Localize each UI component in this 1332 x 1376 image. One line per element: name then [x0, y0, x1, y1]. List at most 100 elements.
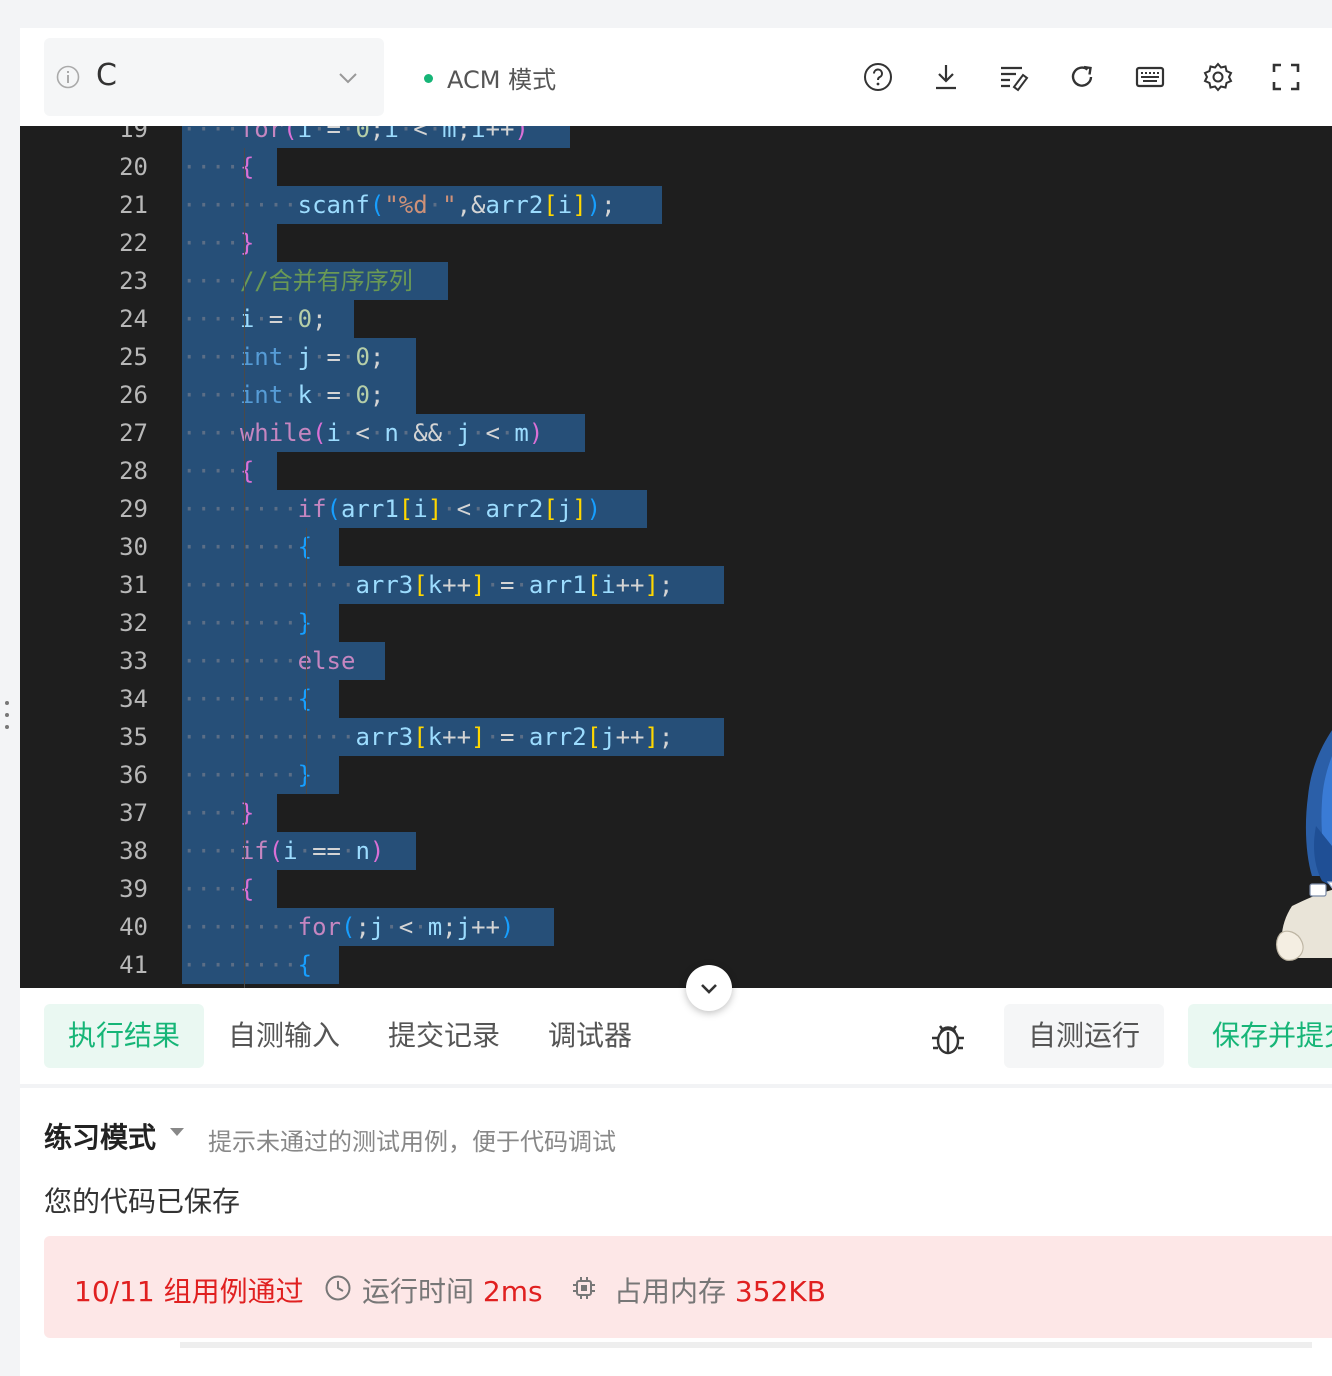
code-text: ····int·j·=·0;	[182, 343, 385, 371]
code-text: ········{	[182, 685, 313, 713]
line-number: 22	[119, 229, 148, 257]
code-text: ········{	[182, 951, 313, 979]
download-icon[interactable]	[930, 61, 962, 93]
run-custom-button[interactable]: 自测运行	[1004, 1004, 1164, 1068]
result-summary: 10/11 组用例通过 运行时间 2ms 占用内存 352KB	[44, 1236, 1332, 1338]
reset-icon[interactable]	[1066, 61, 1098, 93]
editor-toolbar: C ACM 模式	[20, 28, 1332, 126]
code-text: ····int·k·=·0;	[182, 381, 385, 409]
indent-guide	[244, 148, 245, 988]
code-editor[interactable]: 19 ····for(i·=·0;i·<·m;i++) 20 ····{ 21 ·····…	[20, 126, 1332, 988]
code-line[interactable]: 38 ····if(i·==·n)	[20, 832, 1332, 870]
code-line[interactable]: 24 ····i·=·0;	[20, 300, 1332, 338]
line-number: 33	[119, 647, 148, 675]
collapse-editor-button[interactable]	[686, 965, 732, 1011]
code-text: ····for(i·=·0;i·<·m;i++)	[182, 126, 529, 143]
code-line[interactable]: 29 ········if(arr1[i]·<·arr2[j])	[20, 490, 1332, 528]
code-line[interactable]: 21 ········scanf("%d·",&arr2[i]);	[20, 186, 1332, 224]
line-number: 21	[119, 191, 148, 219]
line-number: 32	[119, 609, 148, 637]
acm-mode-indicator: ACM 模式	[424, 60, 556, 95]
line-number: 24	[119, 305, 148, 333]
code-line[interactable]: 23 ····//合并有序序列	[20, 262, 1332, 300]
code-line[interactable]: 35 ············arr3[k++]·=·arr2[j++];	[20, 718, 1332, 756]
keyboard-icon[interactable]	[1134, 61, 1166, 93]
code-text: ············arr3[k++]·=·arr1[i++];	[182, 571, 674, 599]
language-select[interactable]: C	[44, 38, 384, 116]
ide-panel: C ACM 模式 19 ····for(i·=·0;i·<·m;i++) 20 …	[20, 28, 1332, 1376]
code-text: ········for(;j·<·m;j++)	[182, 913, 515, 941]
code-line[interactable]: 39 ····{	[20, 870, 1332, 908]
code-text: ····i·=·0;	[182, 305, 327, 333]
run-time-value: 2ms	[482, 1275, 543, 1308]
practice-mode-dropdown[interactable]: 练习模式	[44, 1116, 156, 1156]
line-number: 40	[119, 913, 148, 941]
line-number: 23	[119, 267, 148, 295]
code-text: ····while(i·<·n·&&·j·<·m)	[182, 419, 544, 447]
line-number: 39	[119, 875, 148, 903]
line-number: 28	[119, 457, 148, 485]
run-time: 运行时间 2ms	[362, 1270, 543, 1310]
line-number: 20	[119, 153, 148, 181]
code-line[interactable]: 22 ····}	[20, 224, 1332, 262]
code-line[interactable]: 36 ········}	[20, 756, 1332, 794]
bug-icon[interactable]	[928, 1018, 968, 1058]
code-text: ········{	[182, 533, 313, 561]
help-icon[interactable]	[862, 61, 894, 93]
code-text: ············arr3[k++]·=·arr2[j++];	[182, 723, 674, 751]
scrollbar-track[interactable]	[180, 1342, 1312, 1348]
code-line[interactable]: 41 ········{	[20, 946, 1332, 984]
code-text: ····if(i·==·n)	[182, 837, 385, 865]
result-panel: 练习模式 提示未通过的测试用例，便于代码调试 您的代码已保存 10/11 组用例…	[20, 1088, 1332, 1376]
code-text: ········}	[182, 609, 313, 637]
resize-handle[interactable]	[2, 698, 12, 732]
line-number: 29	[119, 495, 148, 523]
saved-message: 您的代码已保存	[44, 1185, 241, 1218]
line-number: 36	[119, 761, 148, 789]
chevron-down-icon	[336, 66, 360, 90]
tab-result[interactable]: 执行结果	[44, 1004, 205, 1068]
code-line[interactable]: 20 ····{	[20, 148, 1332, 186]
code-line[interactable]: 37 ····}	[20, 794, 1332, 832]
code-line[interactable]: 25 ····int·j·=·0;	[20, 338, 1332, 376]
line-number: 27	[119, 419, 148, 447]
tab-debugger[interactable]: 调试器	[524, 1004, 656, 1068]
code-line[interactable]: 27 ····while(i·<·n·&&·j·<·m)	[20, 414, 1332, 452]
result-tabs: 执行结果 自测输入 提交记录 调试器 自测运行 保存并提交	[20, 988, 1332, 1088]
code-line[interactable]: 19 ····for(i·=·0;i·<·m;i++)	[20, 126, 1332, 148]
clock-icon	[324, 1274, 352, 1302]
status-dot	[424, 73, 433, 83]
save-submit-button[interactable]: 保存并提交	[1188, 1004, 1332, 1068]
tab-submissions[interactable]: 提交记录	[364, 1004, 524, 1068]
line-number: 38	[119, 837, 148, 865]
code-line[interactable]: 32 ········}	[20, 604, 1332, 642]
format-icon[interactable]	[998, 61, 1030, 93]
code-line[interactable]: 31 ············arr3[k++]·=·arr1[i++];	[20, 566, 1332, 604]
mode-label: ACM 模式	[447, 66, 557, 94]
memory-usage: 占用内存 352KB	[614, 1270, 826, 1310]
code-line[interactable]: 30 ········{	[20, 528, 1332, 566]
code-text: ········scanf("%d·",&arr2[i]);	[182, 191, 616, 219]
code-text: ········}	[182, 761, 313, 789]
indent-guide	[306, 528, 307, 794]
chip-icon	[570, 1274, 598, 1302]
code-line[interactable]: 34 ········{	[20, 680, 1332, 718]
code-line[interactable]: 26 ····int·k·=·0;	[20, 376, 1332, 414]
line-number: 35	[119, 723, 148, 751]
chevron-down-icon	[701, 984, 717, 994]
code-line[interactable]: 40 ········for(;j·<·m;j++)	[20, 908, 1332, 946]
code-line[interactable]: 28 ····{	[20, 452, 1332, 490]
pass-count: 10/11 组用例通过	[74, 1275, 304, 1308]
settings-icon[interactable]	[1202, 61, 1234, 93]
memory-value: 352KB	[734, 1275, 826, 1308]
fullscreen-icon[interactable]	[1270, 61, 1302, 93]
caret-down-icon[interactable]	[170, 1128, 184, 1136]
tab-custom-input[interactable]: 自测输入	[204, 1004, 364, 1068]
code-line[interactable]: 33 ········else	[20, 642, 1332, 680]
line-number: 30	[119, 533, 148, 561]
info-icon	[56, 65, 80, 89]
run-time-label: 运行时间	[362, 1275, 475, 1308]
line-number: 25	[119, 343, 148, 371]
code-text: ········else	[182, 647, 356, 675]
line-number: 31	[119, 571, 148, 599]
